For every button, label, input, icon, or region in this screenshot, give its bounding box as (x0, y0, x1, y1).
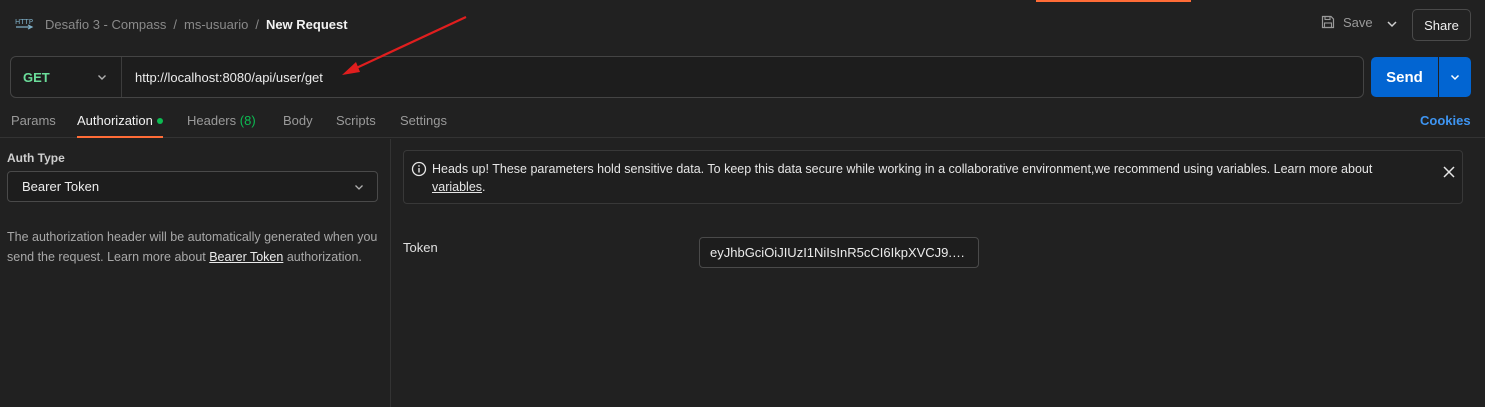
tab-scripts-label: Scripts (336, 113, 376, 128)
http-icon: HTTP (15, 18, 34, 30)
auth-config-panel: Auth Type Bearer Token The authorization… (0, 139, 391, 407)
method-select[interactable]: GET (11, 57, 122, 97)
chevron-down-icon (98, 75, 106, 80)
auth-type-value: Bearer Token (22, 179, 100, 194)
tab-headers[interactable]: Headers (8) (187, 113, 256, 128)
save-icon (1321, 15, 1335, 29)
tab-authorization-label: Authorization (77, 113, 153, 128)
tab-settings-label: Settings (400, 113, 447, 128)
request-title[interactable]: New Request (266, 17, 348, 32)
chevron-down-icon[interactable] (1382, 14, 1402, 34)
breadcrumb: Desafio 3 - Compass / ms-usuario / New R… (45, 17, 348, 32)
tab-settings[interactable]: Settings (400, 113, 447, 128)
save-label: Save (1343, 14, 1373, 30)
info-icon (411, 161, 427, 177)
tab-params[interactable]: Params (11, 113, 56, 128)
token-input[interactable] (699, 237, 979, 268)
token-label: Token (403, 240, 438, 255)
tab-authorization[interactable]: Authorization (77, 113, 163, 128)
url-input[interactable] (122, 57, 1363, 97)
send-button[interactable]: Send (1371, 57, 1438, 97)
banner-end: . (482, 180, 486, 194)
chevron-down-icon (355, 184, 363, 190)
tab-headers-label: Headers (187, 113, 237, 128)
request-tabs: Params Authorization Headers (8) Body Sc… (0, 104, 1485, 138)
breadcrumb-collection[interactable]: Desafio 3 - Compass (45, 17, 166, 32)
auth-description: The authorization header will be automat… (7, 227, 382, 267)
bearer-token-link[interactable]: Bearer Token (209, 250, 283, 264)
headers-count-badge: (8) (239, 113, 256, 128)
send-options-button[interactable] (1439, 57, 1471, 97)
tab-params-label: Params (11, 113, 56, 128)
send-button-group: Send (1371, 57, 1471, 97)
share-button[interactable]: Share (1412, 9, 1471, 41)
banner-text: Heads up! These parameters hold sensitiv… (432, 162, 1373, 176)
banner-message: Heads up! These parameters hold sensitiv… (432, 160, 1422, 196)
svg-text:HTTP: HTTP (15, 18, 33, 26)
auth-type-select[interactable]: Bearer Token (7, 171, 378, 202)
tab-body-label: Body (283, 113, 313, 128)
breadcrumb-separator: / (255, 17, 259, 32)
cookies-link[interactable]: Cookies (1420, 113, 1471, 128)
url-bar: GET (10, 56, 1364, 98)
auth-description-end: authorization. (283, 250, 362, 264)
active-tab-underline (77, 136, 163, 138)
tab-body[interactable]: Body (283, 113, 313, 128)
variables-link[interactable]: variables (432, 180, 482, 194)
breadcrumb-folder[interactable]: ms-usuario (184, 17, 248, 32)
sensitive-data-banner: Heads up! These parameters hold sensitiv… (403, 150, 1463, 204)
save-button[interactable]: Save (1320, 14, 1373, 30)
close-icon[interactable] (1442, 165, 1456, 179)
method-label: GET (23, 69, 50, 85)
tab-scripts[interactable]: Scripts (336, 113, 376, 128)
active-indicator-dot (156, 117, 163, 124)
auth-type-label: Auth Type (7, 151, 65, 165)
share-label: Share (1424, 17, 1459, 33)
send-label: Send (1386, 68, 1423, 86)
request-header: HTTP Desafio 3 - Compass / ms-usuario / … (0, 0, 1485, 50)
chevron-down-icon (1450, 74, 1460, 81)
breadcrumb-separator: / (173, 17, 178, 32)
